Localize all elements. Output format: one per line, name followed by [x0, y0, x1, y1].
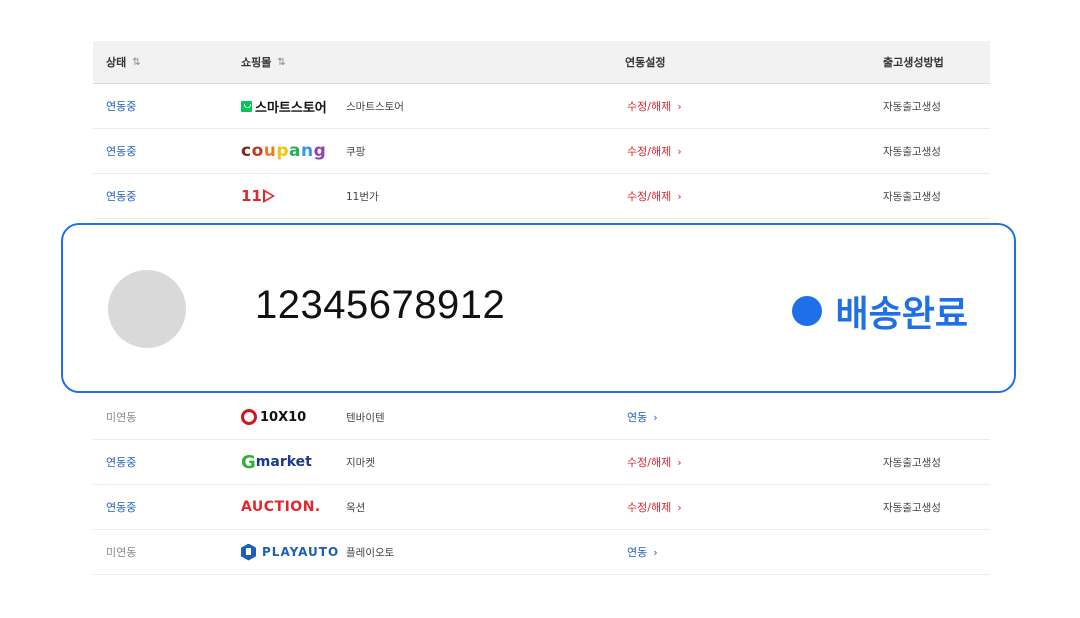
10x10-logo: 10X10 [241, 395, 306, 439]
table-row: 연동중 스마트스토어 스마트스토어 수정/해제 › 자동출고생성 [93, 84, 990, 129]
connect-link[interactable]: 연동 › [627, 530, 658, 574]
table-header: 상태 ⇅ 쇼핑몰 ⇅ 연동설정 출고생성방법 [93, 41, 990, 84]
playauto-icon [241, 543, 256, 561]
status-text: 미연동 [106, 411, 137, 424]
table-row: 미연동 PLAYAUTO 플레이오토 연동 › [93, 530, 990, 575]
auction-logo: AUCTION. [241, 485, 321, 529]
mall-name: 스마트스토어 [346, 100, 404, 113]
header-method: 출고생성방법 [883, 41, 944, 83]
sort-icon[interactable]: ⇅ [132, 57, 140, 68]
gmarket-logo-text: market [255, 454, 312, 470]
chevron-right-icon: › [677, 189, 682, 203]
header-link-label: 연동설정 [625, 56, 666, 69]
header-mall-label: 쇼핑몰 [241, 56, 272, 69]
10x10-logo-text: 10X10 [260, 409, 307, 425]
connect-link-label: 연동 [627, 546, 648, 559]
connect-link-label: 연동 [627, 411, 648, 424]
method-text: 자동출고생성 [883, 145, 941, 158]
edit-link-label: 수정/해제 [627, 145, 672, 158]
ring-icon [241, 409, 257, 425]
edit-link[interactable]: 수정/해제 › [627, 84, 682, 128]
11st-arrow-icon [262, 189, 275, 203]
table-row: 연동중 coupang 쿠팡 수정/해제 › 자동출고생성 [93, 129, 990, 174]
method-text: 자동출고생성 [883, 100, 941, 113]
status-text: 연동중 [106, 100, 137, 113]
status-text: 연동중 [106, 501, 137, 514]
header-status[interactable]: 상태 ⇅ [106, 41, 141, 83]
method-text: 자동출고생성 [883, 501, 941, 514]
mall-name: 플레이오토 [346, 546, 395, 559]
mall-name: 텐바이텐 [346, 411, 385, 424]
status-text: 연동중 [106, 456, 137, 469]
edit-link[interactable]: 수정/해제 › [627, 485, 682, 529]
delivery-status-card: 12345678912 배송완료 [61, 223, 1016, 393]
chevron-right-icon: › [677, 500, 682, 514]
chevron-right-icon: › [653, 410, 658, 424]
edit-link-label: 수정/해제 [627, 456, 672, 469]
playauto-logo: PLAYAUTO [241, 530, 339, 574]
method-text: 자동출고생성 [883, 456, 941, 469]
mall-name: 지마켓 [346, 456, 375, 469]
playauto-logo-text: PLAYAUTO [262, 545, 340, 559]
status-dot-icon [791, 296, 822, 326]
smartstore-logo: 스마트스토어 [241, 84, 327, 128]
edit-link[interactable]: 수정/해제 › [627, 440, 682, 484]
chevron-right-icon: › [677, 455, 682, 469]
mall-name: 11번가 [346, 190, 379, 203]
11st-logo: 11 [241, 174, 275, 218]
status-text: 미연동 [106, 546, 137, 559]
chevron-right-icon: › [677, 99, 682, 113]
mall-name: 옥션 [346, 501, 366, 514]
edit-link-label: 수정/해제 [627, 190, 672, 203]
method-text: 자동출고생성 [883, 190, 941, 203]
tracking-number: 12345678912 [255, 283, 506, 327]
header-link: 연동설정 [625, 41, 665, 83]
chevron-right-icon: › [677, 144, 682, 158]
auction-logo-text: AUCTION. [241, 499, 321, 515]
table-row: 연동중 AUCTION. 옥션 수정/해제 › 자동출고생성 [93, 485, 990, 530]
connect-link[interactable]: 연동 › [627, 395, 658, 439]
header-method-label: 출고생성방법 [883, 56, 944, 69]
table-row: 연동중 11 11번가 수정/해제 › 자동출고생성 [93, 174, 990, 219]
mall-name: 쿠팡 [346, 145, 366, 158]
delivery-status-label: 배송완료 [835, 294, 968, 335]
avatar [108, 270, 186, 348]
11st-logo-text: 11 [241, 187, 262, 205]
gmarket-logo-g: G [241, 451, 256, 473]
smartstore-icon [241, 100, 252, 112]
edit-link[interactable]: 수정/해제 › [627, 129, 682, 173]
edit-link[interactable]: 수정/해제 › [627, 174, 682, 218]
table-row: 연동중 Gmarket 지마켓 수정/해제 › 자동출고생성 [93, 440, 990, 485]
edit-link-label: 수정/해제 [627, 100, 672, 113]
sort-icon[interactable]: ⇅ [277, 57, 285, 68]
header-mall[interactable]: 쇼핑몰 ⇅ [241, 41, 286, 83]
status-text: 연동중 [106, 145, 137, 158]
smartstore-logo-text: 스마트스토어 [255, 100, 327, 116]
gmarket-logo: Gmarket [241, 440, 312, 484]
edit-link-label: 수정/해제 [627, 501, 672, 514]
coupang-logo: coupang [241, 129, 326, 173]
table-row: 미연동 10X10 텐바이텐 연동 › [93, 395, 990, 440]
delivery-status: 배송완료 [791, 285, 968, 337]
chevron-right-icon: › [653, 545, 658, 559]
header-status-label: 상태 [106, 56, 127, 69]
coupang-logo-text: coupang [241, 141, 327, 161]
status-text: 연동중 [106, 190, 137, 203]
